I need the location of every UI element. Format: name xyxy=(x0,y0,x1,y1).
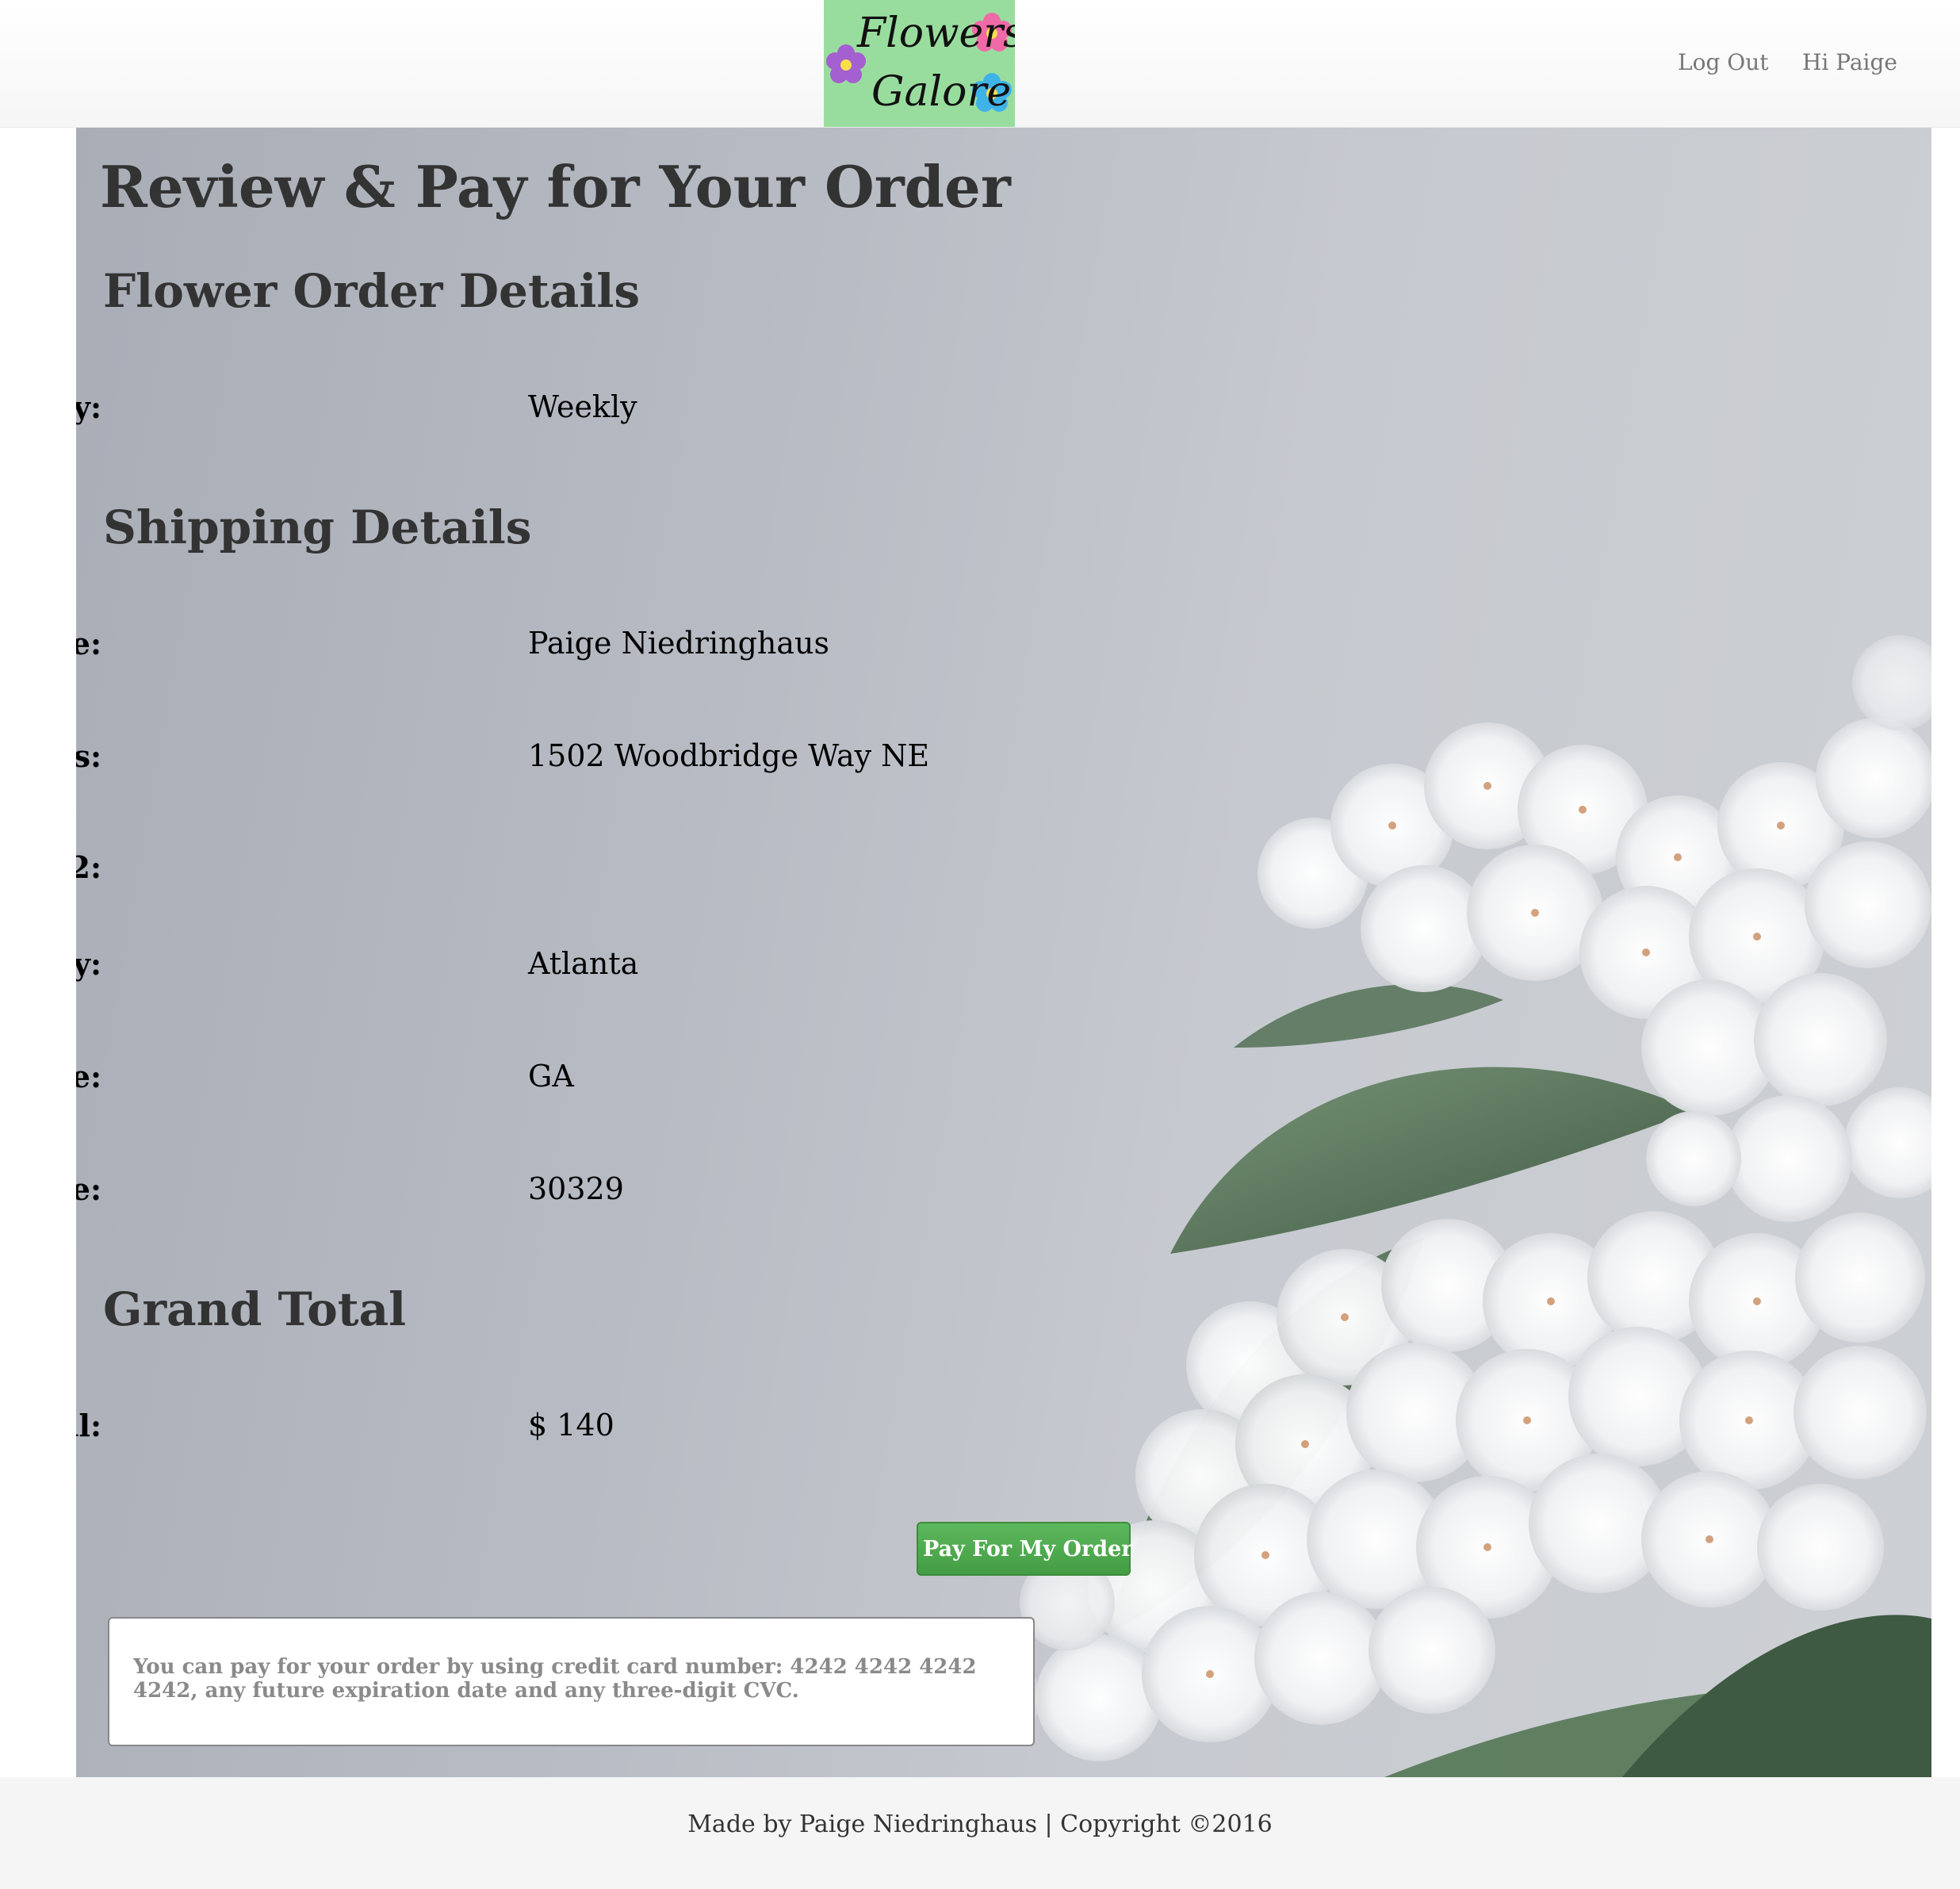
full-name-row: Full Name: Paige Niedringhaus xyxy=(76,626,1186,673)
address-row: Address: 1502 Woodbridge Way NE xyxy=(76,738,1186,786)
logo-text-line1: Flowers xyxy=(857,10,1015,57)
zip-code-label: Zip Code: xyxy=(76,1171,101,1207)
total-value: $ 140 xyxy=(528,1408,614,1443)
address2-row: Address 2: xyxy=(76,849,1186,897)
order-details-heading: Flower Order Details xyxy=(103,264,641,318)
city-value: Atlanta xyxy=(528,946,639,981)
logout-link[interactable]: Log Out xyxy=(1678,49,1769,75)
payment-info-note: You can pay for your order by using cred… xyxy=(108,1617,1035,1746)
shipping-details-heading: Shipping Details xyxy=(103,500,532,554)
footer-copyright: Made by Paige Niedringhaus | Copyright ©… xyxy=(687,1810,1273,1838)
logo-text-line2: Galore xyxy=(871,68,1012,116)
total-label: Total: xyxy=(76,1408,101,1443)
user-greeting-link[interactable]: Hi Paige xyxy=(1802,49,1897,75)
delivery-frequency-row: Delivery Frequency: Weekly xyxy=(76,389,1186,437)
pay-for-order-button[interactable]: Pay For My Order xyxy=(917,1522,1133,1576)
zip-code-value: 30329 xyxy=(528,1171,624,1206)
grand-total-heading: Grand Total xyxy=(103,1282,407,1336)
city-label: City: xyxy=(76,946,101,982)
address2-label: Address 2: xyxy=(76,849,101,885)
state-value: GA xyxy=(528,1059,574,1094)
delivery-frequency-value: Weekly xyxy=(528,389,637,424)
state-label: State: xyxy=(76,1059,101,1094)
zip-code-row: Zip Code: 30329 xyxy=(76,1171,1186,1219)
footer: Made by Paige Niedringhaus | Copyright ©… xyxy=(0,1777,1960,1889)
page-title: Review & Pay for Your Order xyxy=(100,153,1011,220)
brand-logo[interactable]: Flowers Galore xyxy=(824,0,1015,127)
address-value: 1502 Woodbridge Way NE xyxy=(528,738,930,773)
state-row: State: GA xyxy=(76,1059,1186,1106)
delivery-frequency-label: Delivery Frequency: xyxy=(76,389,101,425)
full-name-label: Full Name: xyxy=(76,626,101,661)
navbar: Flowers Galore Log Out Hi Paige xyxy=(0,0,1960,128)
address-label: Address: xyxy=(76,738,101,774)
city-row: City: Atlanta xyxy=(76,946,1186,994)
full-name-value: Paige Niedringhaus xyxy=(528,626,829,661)
total-row: Total: $ 140 xyxy=(76,1408,1186,1455)
order-review-panel: Review & Pay for Your Order Flower Order… xyxy=(76,128,1931,1777)
